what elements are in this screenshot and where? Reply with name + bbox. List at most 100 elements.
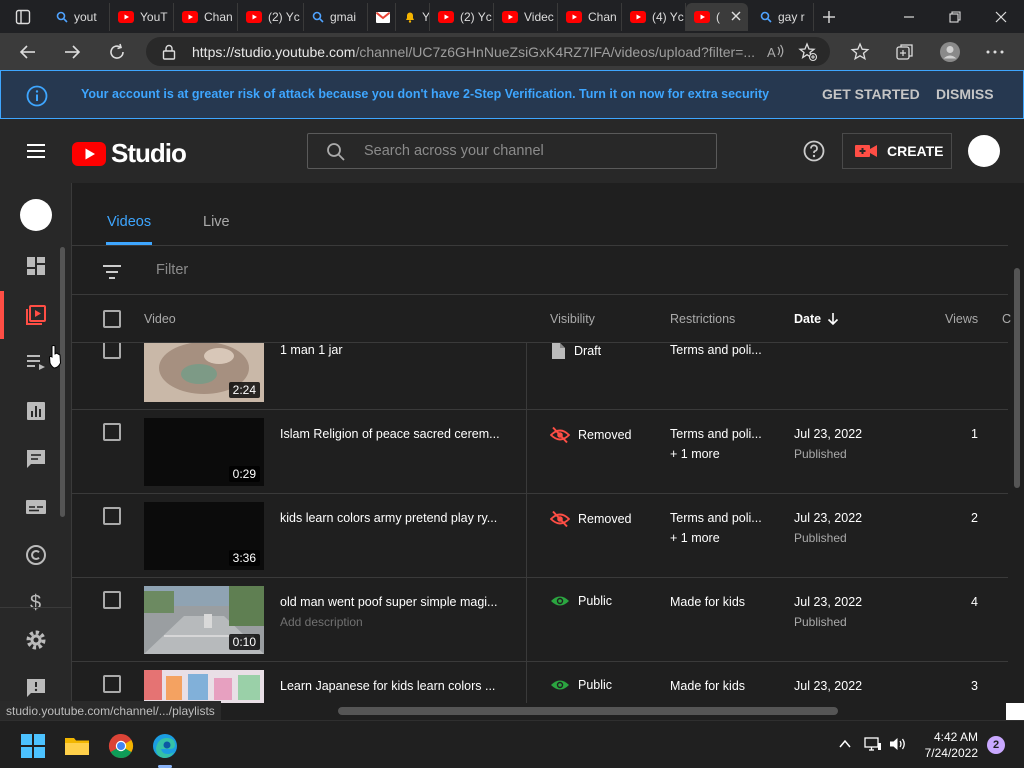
back-button[interactable] — [15, 39, 41, 65]
collections-button[interactable] — [893, 40, 917, 64]
restriction[interactable]: Terms and poli... — [670, 343, 770, 357]
tab-videos[interactable]: Videos — [107, 214, 151, 230]
chrome-icon[interactable] — [108, 733, 134, 759]
add-description-link[interactable]: Add description — [280, 615, 363, 629]
filter-icon[interactable] — [102, 264, 122, 280]
tab-actions-button[interactable] — [8, 6, 38, 28]
video-thumbnail[interactable]: 0:10 — [144, 586, 264, 654]
row-checkbox[interactable] — [103, 507, 121, 525]
menu-icon[interactable] — [24, 139, 48, 163]
analytics-icon[interactable] — [24, 399, 48, 423]
table-row[interactable]: 0:10 old man went poof super simple magi… — [72, 578, 1008, 662]
studio-logo[interactable]: Studio — [72, 138, 187, 169]
comments-icon[interactable] — [24, 447, 48, 471]
volume-icon[interactable] — [889, 736, 907, 752]
nav-scrollbar[interactable] — [60, 247, 65, 517]
url-text[interactable]: https://studio.youtube.com/channel/UC7z6… — [192, 44, 762, 60]
account-avatar[interactable] — [968, 135, 1000, 167]
profile-button[interactable] — [938, 40, 962, 64]
search-input[interactable] — [364, 141, 704, 161]
copyright-icon[interactable] — [24, 543, 48, 567]
column-date-sort[interactable]: Date — [794, 312, 839, 326]
video-title[interactable]: Learn Japanese for kids learn colors ... — [280, 679, 516, 693]
address-bar[interactable]: https://studio.youtube.com/channel/UC7z6… — [146, 37, 830, 66]
video-thumbnail[interactable]: 0:29 — [144, 418, 264, 486]
browser-tab[interactable]: (2) Yc — [238, 3, 304, 31]
filter-input[interactable]: Filter — [156, 262, 188, 278]
settings-icon[interactable] — [24, 628, 48, 652]
table-row[interactable]: 3:36 kids learn colors army pretend play… — [72, 494, 1008, 578]
star-plus-icon[interactable] — [798, 42, 818, 62]
video-title[interactable]: old man went poof super simple magi... — [280, 595, 516, 609]
visibility-status[interactable]: Public — [550, 594, 612, 608]
read-aloud-icon[interactable]: A — [766, 43, 786, 61]
browser-tab[interactable]: gay r — [752, 3, 814, 31]
system-clock[interactable]: 4:42 AM 7/24/2022 — [912, 729, 978, 761]
new-tab-button[interactable] — [818, 6, 840, 28]
filter-bar[interactable]: Filter — [72, 246, 1008, 295]
channel-search[interactable] — [307, 133, 717, 169]
refresh-button[interactable] — [104, 39, 130, 65]
browser-tab-active[interactable]: ( — [686, 3, 748, 31]
network-icon[interactable] — [864, 736, 882, 752]
visibility-status[interactable]: Removed — [550, 426, 632, 444]
row-checkbox[interactable] — [103, 341, 121, 359]
create-button[interactable]: CREATE — [842, 133, 952, 169]
browser-tab[interactable]: yout — [48, 3, 110, 31]
get-started-button[interactable]: GET STARTED — [822, 86, 920, 102]
playlists-icon[interactable] — [24, 350, 48, 374]
lock-icon[interactable] — [162, 44, 176, 60]
window-close-button[interactable] — [978, 0, 1024, 33]
edge-icon[interactable] — [152, 733, 178, 759]
chevron-up-icon[interactable] — [838, 736, 852, 752]
video-title[interactable]: Islam Religion of peace sacred cerem... — [280, 427, 516, 441]
minimize-button[interactable] — [886, 0, 932, 33]
browser-tab[interactable]: (4) Yc — [622, 3, 686, 31]
visibility-status[interactable]: Removed — [550, 510, 632, 528]
browser-tab[interactable]: gmai — [304, 3, 368, 31]
dashboard-icon[interactable] — [24, 254, 48, 278]
file-explorer-icon[interactable] — [64, 733, 90, 759]
row-checkbox[interactable] — [103, 423, 121, 441]
restriction[interactable]: Terms and poli... — [670, 427, 770, 441]
restriction[interactable]: Made for kids — [670, 679, 770, 693]
restriction[interactable]: Made for kids — [670, 595, 770, 609]
video-thumbnail[interactable] — [144, 670, 264, 703]
video-thumbnail[interactable]: 2:24 — [144, 334, 264, 402]
browser-tab[interactable]: Videc — [494, 3, 558, 31]
feedback-icon[interactable] — [24, 676, 48, 700]
browser-tab[interactable]: Chan — [174, 3, 238, 31]
video-thumbnail[interactable]: 3:36 — [144, 502, 264, 570]
restriction-more[interactable]: + 1 more — [670, 447, 720, 461]
visibility-status[interactable]: Public — [550, 678, 612, 692]
content-vertical-scrollbar[interactable] — [1014, 268, 1020, 488]
content-icon[interactable] — [24, 303, 48, 327]
subtitles-icon[interactable] — [24, 495, 48, 519]
row-checkbox[interactable] — [103, 675, 121, 693]
content-horizontal-scrollbar[interactable] — [338, 707, 838, 715]
browser-tab[interactable]: Y — [396, 3, 430, 31]
visibility-status[interactable]: Draft — [550, 342, 601, 360]
browser-tab[interactable] — [368, 3, 396, 31]
channel-avatar[interactable] — [20, 199, 52, 231]
restore-button[interactable] — [932, 0, 978, 33]
settings-more-button[interactable] — [983, 40, 1007, 64]
browser-tab[interactable]: (2) Yc — [430, 3, 494, 31]
notification-badge[interactable]: 2 — [987, 736, 1005, 754]
row-checkbox[interactable] — [103, 591, 121, 609]
favorites-button[interactable] — [848, 40, 872, 64]
monetization-icon[interactable]: $ — [24, 589, 48, 613]
restriction-more[interactable]: + 1 more — [670, 531, 720, 545]
tab-live[interactable]: Live — [203, 214, 230, 230]
dismiss-button[interactable]: DISMISS — [936, 86, 994, 102]
windows-start-icon[interactable] — [20, 733, 46, 759]
select-all-checkbox[interactable] — [103, 310, 121, 328]
browser-tab[interactable]: Chan — [558, 3, 622, 31]
video-title[interactable]: 1 man 1 jar — [280, 343, 516, 357]
help-icon[interactable] — [802, 139, 826, 163]
video-title[interactable]: kids learn colors army pretend play ry..… — [280, 511, 516, 525]
table-row[interactable]: 0:29 Islam Religion of peace sacred cere… — [72, 410, 1008, 494]
browser-tab[interactable]: YouT — [110, 3, 174, 31]
close-icon[interactable] — [730, 10, 742, 22]
forward-button[interactable] — [59, 39, 85, 65]
